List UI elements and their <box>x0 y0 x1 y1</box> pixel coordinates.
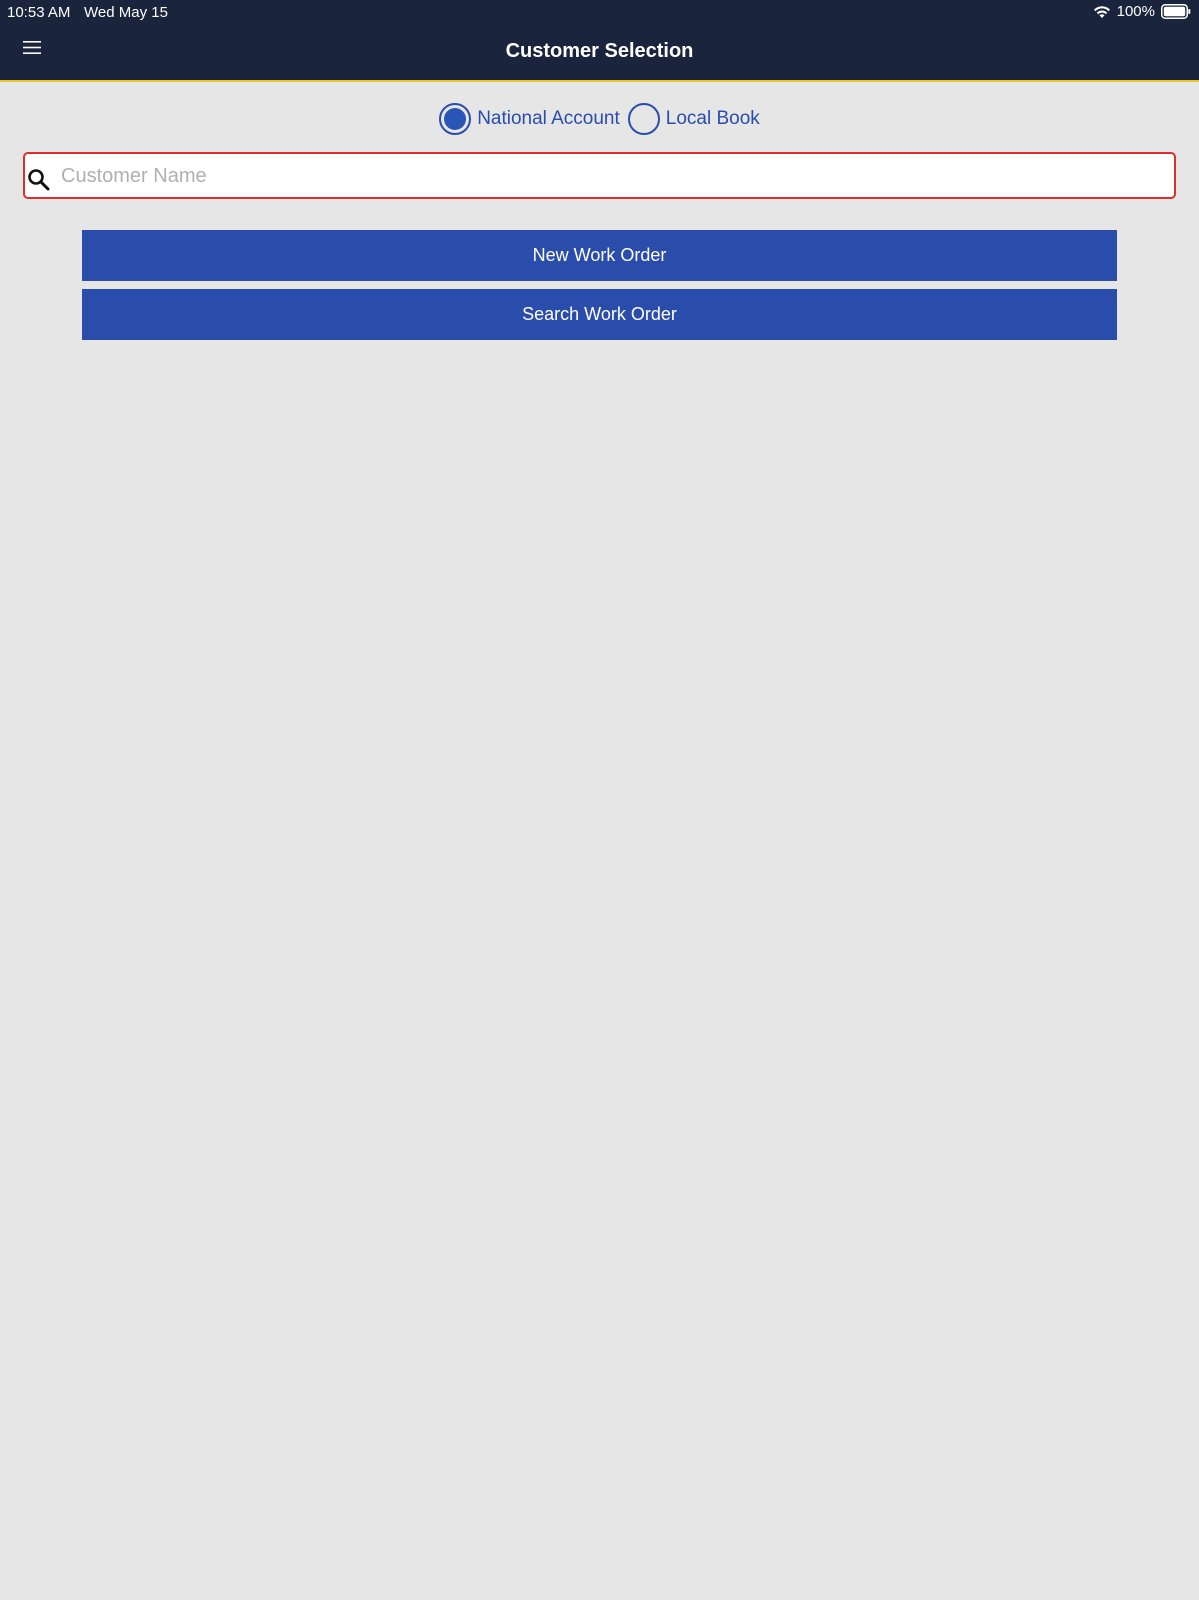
radio-label-national-account[interactable]: National Account <box>477 108 620 130</box>
account-type-selector: National Account Local Book <box>0 102 1199 136</box>
battery-percentage: 100% <box>1116 3 1155 20</box>
wifi-icon <box>1093 5 1111 19</box>
status-time: 10:53 AM <box>7 4 71 21</box>
customer-search-box[interactable] <box>23 152 1176 199</box>
search-work-order-button[interactable]: Search Work Order <box>82 289 1117 340</box>
status-bar: 10:53 AM Wed May 15 100% <box>0 0 1199 24</box>
radio-button-unselected-icon[interactable] <box>627 103 660 135</box>
new-work-order-button[interactable]: New Work Order <box>82 230 1117 281</box>
app-header: 10:53 AM Wed May 15 100% Customer Select… <box>0 0 1199 82</box>
customer-name-input[interactable] <box>61 160 1161 192</box>
search-icon <box>27 168 51 197</box>
status-date: Wed May 15 <box>84 4 168 21</box>
page-title: Customer Selection <box>505 40 694 62</box>
battery-icon <box>1161 4 1191 19</box>
navigation-bar: Customer Selection <box>0 24 1199 80</box>
status-indicators: 100% <box>1093 3 1191 20</box>
radio-button-selected-icon[interactable] <box>439 103 472 135</box>
radio-local-book[interactable]: Local Book <box>627 103 760 135</box>
radio-dot <box>444 108 467 130</box>
radio-national-account[interactable]: National Account <box>439 103 620 135</box>
radio-label-local-book[interactable]: Local Book <box>666 108 760 130</box>
